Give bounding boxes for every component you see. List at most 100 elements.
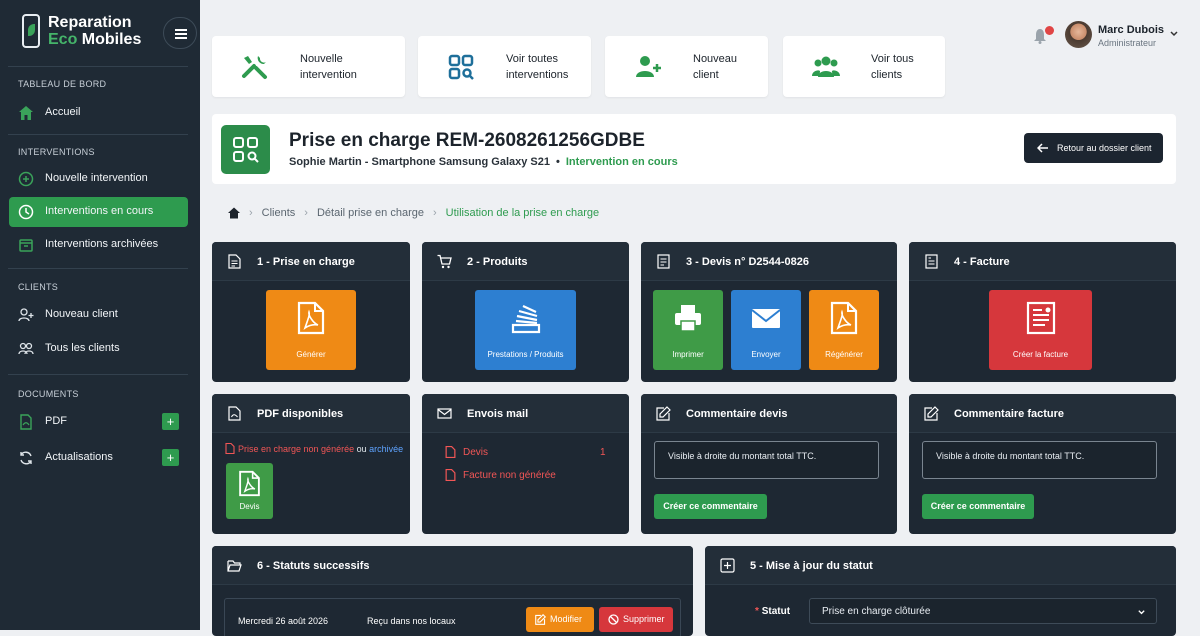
back-label: Retour au dossier client bbox=[1057, 143, 1152, 153]
note-not-generated: Prise en charge non générée bbox=[238, 443, 355, 454]
menu-toggle-button[interactable] bbox=[163, 17, 197, 49]
edit-icon bbox=[656, 406, 671, 421]
avatar[interactable] bbox=[1065, 21, 1092, 48]
quick-all-interventions[interactable]: Voir toutes interventions bbox=[418, 36, 591, 97]
mail-row-devis[interactable]: Devis bbox=[445, 446, 488, 458]
devis-comment-input[interactable]: Visible à droite du montant total TTC. bbox=[654, 441, 879, 479]
folder-open-icon bbox=[227, 560, 242, 572]
devis-pdf-button[interactable]: Devis bbox=[226, 463, 273, 519]
regenerate-button[interactable]: Régénérer bbox=[809, 290, 879, 370]
section-clients: CLIENTS bbox=[18, 282, 59, 292]
quick-action-label: Voir toutes interventions bbox=[506, 53, 569, 81]
pdf-file-icon bbox=[445, 469, 456, 481]
create-invoice-button[interactable]: Créer la facture bbox=[989, 290, 1092, 370]
panel-title: Commentaire devis bbox=[686, 408, 788, 420]
panel-envois-mail: Envois mail Devis 1 Facture non générée bbox=[422, 394, 629, 534]
edit-label: Modifier bbox=[550, 614, 583, 624]
tools-icon bbox=[242, 56, 267, 79]
sidebar-item-nouvelle-intervention[interactable]: Nouvelle intervention bbox=[9, 164, 188, 194]
section-interventions: INTERVENTIONS bbox=[18, 147, 95, 157]
status-select-value: Prise en charge clôturée bbox=[822, 606, 931, 617]
prestations-produits-button[interactable]: Prestations / Produits bbox=[475, 290, 576, 370]
divider bbox=[8, 134, 188, 135]
panel-title: PDF disponibles bbox=[257, 408, 344, 420]
facture-comment-input[interactable]: Visible à droite du montant total TTC. bbox=[922, 441, 1157, 479]
sidebar-item-label: Tous les clients bbox=[45, 342, 120, 354]
create-facture-comment-button[interactable]: Créer ce commentaire bbox=[922, 494, 1034, 519]
breadcrumb-detail[interactable]: Détail prise en charge bbox=[317, 207, 424, 219]
status-select[interactable]: Prise en charge clôturée bbox=[809, 598, 1157, 624]
notification-badge bbox=[1045, 26, 1054, 35]
quick-all-clients[interactable]: Voir tous clients bbox=[783, 36, 945, 97]
chevron-down-icon[interactable] bbox=[1169, 29, 1179, 39]
page-subtitle: Sophie Martin - Smartphone Samsung Galax… bbox=[289, 156, 678, 168]
sidebar-item-label: Accueil bbox=[45, 106, 81, 118]
breadcrumb-clients[interactable]: Clients bbox=[262, 207, 296, 219]
note-connector: ou bbox=[354, 443, 370, 454]
pdf-file-icon bbox=[20, 414, 32, 430]
breadcrumb: › Clients › Détail prise en charge › Uti… bbox=[228, 207, 599, 219]
panel-mise-a-jour-statut: 5 - Mise à jour du statut * Statut Prise… bbox=[705, 546, 1176, 636]
breadcrumb-separator: › bbox=[304, 207, 308, 219]
quick-new-intervention[interactable]: Nouvelle intervention bbox=[212, 36, 405, 97]
phone-logo-icon bbox=[22, 14, 40, 48]
sidebar-item-interventions-en-cours[interactable]: Interventions en cours bbox=[9, 197, 188, 227]
section-documents: DOCUMENTS bbox=[18, 389, 79, 399]
document-icon bbox=[228, 254, 241, 269]
divider bbox=[8, 66, 188, 67]
panel-header: 6 - Statuts successifs bbox=[212, 546, 693, 585]
mail-row-facture: Facture non générée bbox=[445, 469, 556, 481]
send-button[interactable]: Envoyer bbox=[731, 290, 801, 370]
brand-name: Reparation bbox=[48, 14, 132, 31]
panel-header: 4 - Facture bbox=[909, 242, 1176, 281]
print-button[interactable]: Imprimer bbox=[653, 290, 723, 370]
add-actualisation-button[interactable]: + bbox=[162, 449, 179, 466]
create-devis-comment-button[interactable]: Créer ce commentaire bbox=[654, 494, 767, 519]
add-pdf-button[interactable]: + bbox=[162, 413, 179, 430]
panel-title: 1 - Prise en charge bbox=[257, 256, 355, 268]
section-dashboard: TABLEAU DE BORD bbox=[18, 79, 107, 89]
stack-icon bbox=[511, 305, 540, 334]
delete-label: Supprimer bbox=[623, 614, 665, 624]
panel-devis: 3 - Devis n° D2544-0826 Imprimer Envoyer… bbox=[641, 242, 897, 382]
panel-commentaire-facture: Commentaire facture Visible à droite du … bbox=[909, 394, 1176, 534]
status-label: Reçu dans nos locaux bbox=[367, 616, 456, 626]
home-icon bbox=[19, 106, 33, 120]
refresh-icon bbox=[20, 451, 32, 465]
delete-status-button[interactable]: Supprimer bbox=[599, 607, 673, 632]
pdf-file-icon bbox=[225, 443, 235, 454]
users-icon bbox=[812, 56, 840, 77]
document-icon bbox=[657, 254, 670, 269]
sidebar-item-label: Nouveau client bbox=[45, 308, 118, 320]
status-text: Intervention en cours bbox=[565, 156, 678, 168]
generate-button[interactable]: Générer bbox=[266, 290, 356, 370]
panel-title: 6 - Statuts successifs bbox=[257, 560, 370, 572]
plus-square-icon bbox=[720, 558, 735, 573]
pdf-status-note: Prise en charge non générée ou archivée bbox=[225, 443, 403, 454]
sidebar-item-nouveau-client[interactable]: Nouveau client bbox=[9, 300, 188, 330]
sidebar-item-label: Nouvelle intervention bbox=[45, 172, 148, 184]
back-to-client-button[interactable]: Retour au dossier client bbox=[1024, 133, 1163, 163]
quick-new-client[interactable]: Nouveau client bbox=[605, 36, 768, 97]
panel-title: 5 - Mise à jour du statut bbox=[750, 560, 873, 572]
sidebar-item-interventions-archivees[interactable]: Interventions archivées bbox=[9, 230, 188, 260]
panel-statuts-successifs: 6 - Statuts successifs Mercredi 26 août … bbox=[212, 546, 693, 636]
panel-produits: 2 - Produits Prestations / Produits bbox=[422, 242, 629, 382]
note-archived: archivée bbox=[369, 443, 404, 454]
edit-status-button[interactable]: Modifier bbox=[526, 607, 594, 632]
sidebar-item-tous-les-clients[interactable]: Tous les clients bbox=[9, 334, 188, 364]
home-icon[interactable] bbox=[228, 207, 240, 219]
invoice-icon bbox=[925, 254, 938, 269]
panel-facture: 4 - Facture Créer la facture bbox=[909, 242, 1176, 382]
sidebar-item-label: PDF bbox=[45, 415, 67, 427]
client-device: Sophie Martin - Smartphone Samsung Galax… bbox=[289, 156, 551, 168]
edit-icon bbox=[924, 406, 939, 421]
panel-header: PDF disponibles bbox=[212, 394, 410, 433]
panel-header: 5 - Mise à jour du statut bbox=[705, 546, 1176, 585]
quick-action-label: Voir tous clients bbox=[871, 53, 914, 81]
quick-action-label: Nouvelle intervention bbox=[300, 53, 357, 81]
divider bbox=[8, 268, 188, 269]
sidebar-item-accueil[interactable]: Accueil bbox=[9, 98, 188, 128]
printer-icon bbox=[675, 305, 701, 332]
page-header: Prise en charge REM-2608261256GDBE Sophi… bbox=[212, 114, 1176, 184]
